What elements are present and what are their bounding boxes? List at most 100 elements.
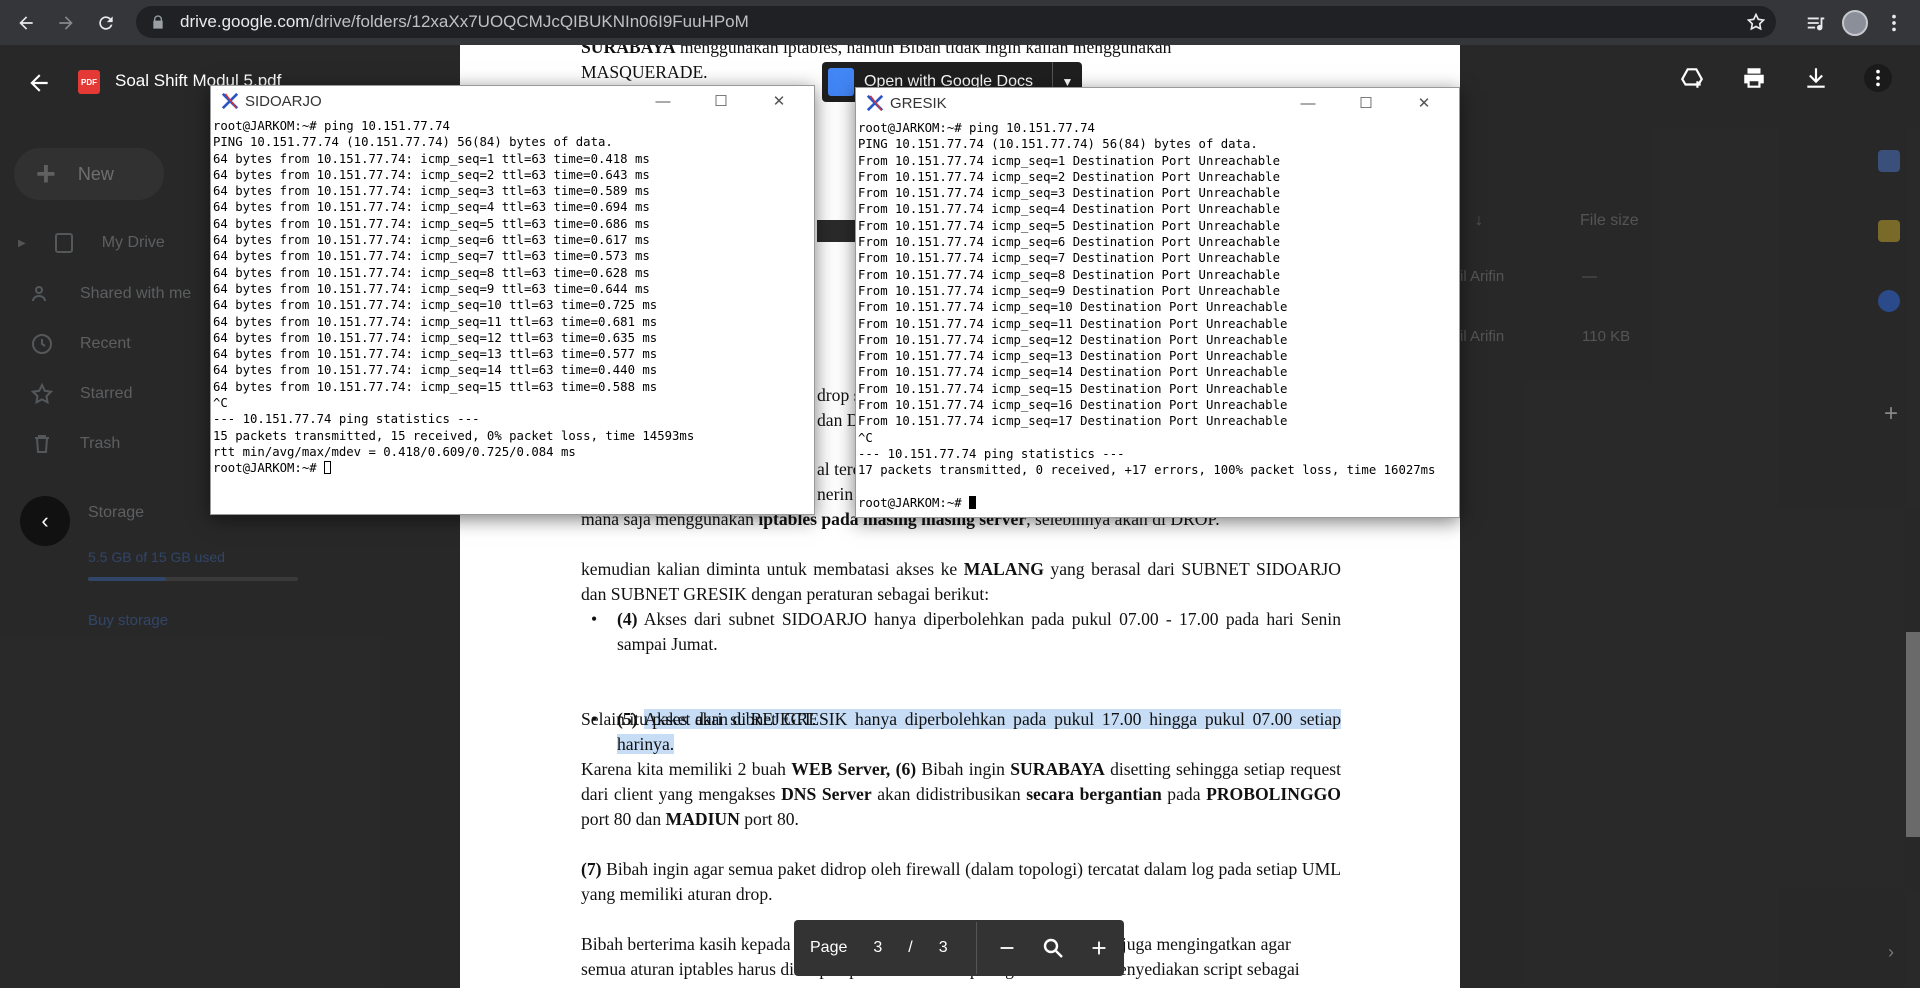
terminal-line: 64 bytes from 10.151.77.74: icmp_seq=15 … (213, 379, 658, 394)
window-title: SIDOARJO (245, 92, 322, 110)
window-titlebar[interactable]: GRESIK — ☐ ✕ (856, 88, 1459, 118)
terminal-line: From 10.151.77.74 icmp_seq=4 Destination… (858, 202, 1280, 217)
terminal-line: 15 packets transmitted, 15 received, 0% … (213, 428, 695, 443)
close-icon[interactable]: ✕ (1395, 88, 1453, 118)
terminal-line: From 10.151.77.74 icmp_seq=15 Destinatio… (858, 381, 1288, 396)
zoom-out-icon[interactable] (995, 936, 1019, 960)
terminal-line: root@JARKOM:~# ping 10.151.77.74 (213, 119, 450, 133)
terminal-output[interactable]: root@JARKOM:~# ping 10.151.77.74 PING 10.… (856, 118, 1459, 513)
page-current[interactable]: 3 (873, 939, 882, 957)
terminal-line: PING 10.151.77.74 (10.151.77.74) 56(84) … (213, 135, 613, 150)
lock-icon (153, 15, 163, 29)
terminal-line: From 10.151.77.74 icmp_seq=16 Destinatio… (858, 398, 1288, 413)
terminal-line: 64 bytes from 10.151.77.74: icmp_seq=4 t… (213, 200, 650, 215)
forward-button[interactable] (46, 3, 86, 43)
terminal-line: 64 bytes from 10.151.77.74: icmp_seq=10 … (213, 298, 658, 313)
page-indicator: Page 3 / 3 (794, 920, 948, 976)
terminal-line: ^C (858, 430, 873, 445)
profile-avatar[interactable] (1842, 9, 1868, 36)
page-controls: Page 3 / 3 (794, 920, 1124, 976)
close-icon[interactable]: ✕ (750, 86, 808, 116)
bookmark-star-icon[interactable] (1746, 12, 1766, 32)
url-path: /drive/folders/12xaXx7UOQCMJcQIBUKNIn06I… (309, 12, 749, 31)
terminal-line: 17 packets transmitted, 0 received, +17 … (858, 463, 1436, 478)
chrome-menu-icon[interactable] (1882, 11, 1906, 35)
add-addon-icon[interactable]: + (1884, 400, 1898, 428)
terminal-line: 64 bytes from 10.151.77.74: icmp_seq=7 t… (213, 249, 650, 264)
terminal-line: From 10.151.77.74 icmp_seq=1 Destination… (858, 153, 1280, 168)
url-host: drive.google.com (180, 12, 310, 31)
terminal-line: 64 bytes from 10.151.77.74: icmp_seq=8 t… (213, 265, 650, 280)
keep-addon-icon[interactable] (1878, 220, 1900, 242)
terminal-line: 64 bytes from 10.151.77.74: icmp_seq=6 t… (213, 233, 650, 248)
viewer-actions (1678, 64, 1892, 92)
terminal-line: 64 bytes from 10.151.77.74: icmp_seq=14 … (213, 363, 658, 378)
pdf-paragraph: Karena kita memiliki 2 buah WEB Server, … (581, 759, 1342, 829)
pdf-paragraph: Selain itu paket akan di REJECT. (581, 709, 817, 729)
terminal-line: 64 bytes from 10.151.77.74: icmp_seq=5 t… (213, 216, 650, 231)
minimize-icon[interactable]: — (1279, 88, 1337, 118)
zoom-in-icon[interactable] (1087, 936, 1111, 960)
add-to-drive-icon[interactable] (1678, 64, 1706, 92)
terminal-line: 64 bytes from 10.151.77.74: icmp_seq=3 t… (213, 184, 650, 199)
reload-icon (99, 15, 113, 30)
page-label: Page (810, 939, 848, 956)
scrollbar[interactable] (1906, 632, 1920, 837)
google-docs-icon (828, 68, 854, 96)
download-icon[interactable] (1802, 64, 1830, 92)
terminal-line: 64 bytes from 10.151.77.74: icmp_seq=11 … (213, 314, 658, 329)
pdf-paragraph: kemudian kalian diminta untuk membatasi … (581, 559, 1341, 604)
back-button[interactable] (6, 3, 46, 43)
terminal-prompt[interactable]: root@JARKOM:~# (213, 460, 812, 476)
xterm-logo-icon (866, 94, 884, 112)
text-cursor (324, 461, 332, 475)
pdf-file-icon: PDF (78, 70, 100, 94)
terminal-line: From 10.151.77.74 icmp_seq=6 Destination… (858, 235, 1280, 250)
terminal-line: 64 bytes from 10.151.77.74: icmp_seq=1 t… (213, 151, 650, 166)
media-queue-icon[interactable] (1804, 11, 1828, 35)
terminal-line: From 10.151.77.74 icmp_seq=17 Destinatio… (858, 414, 1288, 429)
minimize-icon[interactable]: — (634, 86, 692, 116)
chevron-right-icon[interactable]: › (1888, 942, 1894, 963)
terminal-line: From 10.151.77.74 icmp_seq=14 Destinatio… (858, 365, 1288, 380)
terminal-line: --- 10.151.77.74 ping statistics --- (858, 446, 1125, 461)
browser-toolbar: drive.google.com/drive/folders/12xaXx7UO… (0, 0, 1920, 45)
terminal-line: PING 10.151.77.74 (10.151.77.74) 56(84) … (858, 137, 1258, 152)
terminal-line: 64 bytes from 10.151.77.74: icmp_seq=13 … (213, 347, 658, 362)
divider (975, 922, 977, 974)
chevron-left-icon: ‹ (41, 508, 49, 533)
terminal-line: From 10.151.77.74 icmp_seq=13 Destinatio… (858, 349, 1288, 364)
address-bar[interactable]: drive.google.com/drive/folders/12xaXx7UO… (136, 6, 1776, 38)
zoom-magnifier-icon[interactable] (1041, 936, 1065, 960)
reload-button[interactable] (86, 3, 126, 43)
terminal-output[interactable]: root@JARKOM:~# ping 10.151.77.74 PING 10.… (211, 116, 814, 479)
terminal-prompt[interactable]: root@JARKOM:~# (858, 495, 1457, 511)
terminal-line: From 10.151.77.74 icmp_seq=5 Destination… (858, 218, 1280, 233)
maximize-icon[interactable]: ☐ (692, 86, 750, 116)
collapse-panel-button[interactable]: ‹ (20, 496, 70, 546)
terminal-line: From 10.151.77.74 icmp_seq=12 Destinatio… (858, 332, 1288, 347)
terminal-window-gresik[interactable]: GRESIK — ☐ ✕ root@JARKOM:~# ping 10.151.… (855, 87, 1460, 518)
terminal-line: From 10.151.77.74 icmp_seq=10 Destinatio… (858, 300, 1288, 315)
tasks-addon-icon[interactable] (1878, 290, 1900, 312)
page-separator: / (908, 939, 913, 956)
terminal-line: rtt min/avg/max/mdev = 0.418/0.609/0.725… (213, 444, 576, 459)
text-cursor (969, 495, 977, 509)
calendar-addon-icon[interactable] (1878, 150, 1900, 172)
terminal-line: From 10.151.77.74 icmp_seq=9 Destination… (858, 283, 1280, 298)
terminal-line: From 10.151.77.74 icmp_seq=11 Destinatio… (858, 316, 1288, 331)
close-viewer-arrow-icon[interactable] (26, 70, 52, 96)
print-icon[interactable] (1740, 64, 1768, 92)
terminal-window-sidoarjo[interactable]: SIDOARJO — ☐ ✕ root@JARKOM:~# ping 10.15… (210, 85, 815, 515)
terminal-line: root@JARKOM:~# ping 10.151.77.74 (858, 121, 1095, 135)
terminal-line: From 10.151.77.74 icmp_seq=2 Destination… (858, 169, 1280, 184)
maximize-icon[interactable]: ☐ (1337, 88, 1395, 118)
terminal-line: --- 10.151.77.74 ping statistics --- (213, 412, 480, 427)
more-options-icon[interactable] (1864, 64, 1892, 92)
pdf-bullet-item: (4) Akses dari subnet SIDOARJO hanya dip… (581, 607, 1341, 657)
terminal-line: ^C (213, 396, 228, 411)
window-titlebar[interactable]: SIDOARJO — ☐ ✕ (211, 86, 814, 116)
terminal-line: From 10.151.77.74 icmp_seq=3 Destination… (858, 186, 1280, 201)
page-total: 3 (938, 939, 948, 956)
